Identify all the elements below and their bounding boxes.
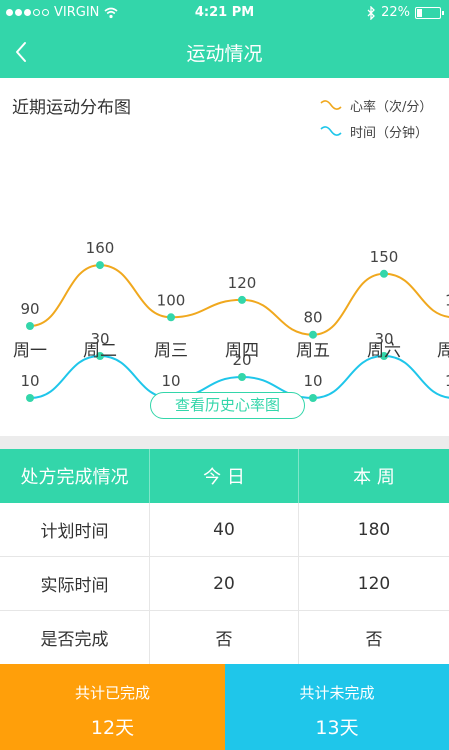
table-cell: 120 — [357, 573, 391, 594]
chart-section: 901601001208015011030102010301周一周二周三周四周五… — [0, 78, 449, 436]
legend-item-heart-rate: 心率（次/分） — [320, 92, 432, 118]
view-history-button[interactable]: 查看历史心率图 — [150, 392, 305, 419]
table-header-row: 处方完成情况 今 日 本 周 — [0, 449, 449, 503]
legend-label-heart-rate: 心率（次/分） — [350, 99, 433, 115]
summary-footer: 共计已完成 12天 共计未完成 13天 — [0, 664, 449, 750]
completed-days-card[interactable]: 共计已完成 12天 — [0, 664, 225, 750]
x-tick-label: 周二 — [83, 341, 117, 361]
data-label: 1 — [445, 372, 449, 390]
data-point — [26, 394, 34, 402]
x-tick-label: 周四 — [225, 341, 259, 361]
data-label: 120 — [228, 274, 257, 292]
table-row: 实际时间 20 120 — [0, 557, 449, 611]
table-header-cell: 今 日 — [150, 449, 299, 503]
data-label: 80 — [303, 309, 322, 327]
legend-item-duration: 时间（分钟） — [320, 118, 432, 144]
data-point — [96, 261, 104, 270]
data-label: 10 — [303, 372, 322, 390]
x-tick-label: 周三 — [154, 341, 188, 361]
data-point — [26, 322, 34, 330]
status-bar: VIRGIN 4:21 PM 22% — [0, 0, 449, 26]
battery-icon — [415, 6, 444, 19]
data-point — [167, 313, 175, 322]
chart-legend: 心率（次/分） 时间（分钟） — [320, 92, 432, 144]
bluetooth-icon — [367, 5, 376, 20]
table-cell: 40 — [150, 503, 299, 556]
table-row: 是否完成 否 否 — [0, 611, 449, 665]
table-cell: 是否完成 — [0, 611, 150, 664]
data-point — [380, 269, 388, 278]
wave-icon-duration — [320, 126, 342, 136]
completed-label: 共计已完成 — [74, 684, 150, 702]
legend-label-duration: 时间（分钟） — [350, 125, 429, 141]
completed-value: 12天 — [90, 717, 135, 739]
data-label: 1 — [445, 291, 449, 309]
table-header-cell: 处方完成情况 — [0, 449, 150, 503]
incomplete-label: 共计未完成 — [299, 684, 375, 702]
incomplete-days-card[interactable]: 共计未完成 13天 — [225, 664, 449, 750]
table-row: 计划时间 40 180 — [0, 503, 449, 557]
x-tick-label: 周一 — [13, 341, 47, 361]
wave-icon-heart — [320, 100, 342, 110]
incomplete-value: 13天 — [315, 717, 359, 739]
data-label: 150 — [370, 248, 399, 266]
battery-percent: 22% — [381, 5, 410, 20]
nav-bar: 运动情况 — [0, 26, 449, 78]
section-divider — [0, 436, 449, 449]
battery-fill — [417, 8, 422, 17]
table-cell: 20 — [150, 557, 299, 610]
data-point — [309, 394, 317, 402]
data-label: 100 — [157, 291, 186, 309]
chart-title: 近期运动分布图 — [12, 98, 131, 118]
data-label: 90 — [20, 300, 39, 318]
data-label: 10 — [20, 372, 39, 390]
data-point — [238, 373, 246, 381]
data-label: 10 — [161, 372, 180, 390]
data-point — [238, 295, 246, 304]
table-header-cell: 本 周 — [353, 467, 395, 488]
x-tick-label: 周六 — [367, 341, 401, 361]
table-cell: 否 — [365, 630, 383, 650]
data-label: 160 — [86, 239, 115, 257]
table-cell: 实际时间 — [0, 557, 150, 610]
table-cell: 180 — [357, 519, 391, 540]
table-cell: 否 — [150, 611, 299, 664]
x-tick-label: 周五 — [296, 341, 330, 361]
table-cell: 计划时间 — [0, 503, 150, 556]
data-point — [309, 330, 317, 339]
prescription-table: 处方完成情况 今 日 本 周 计划时间 40 180 实际时间 20 120 是… — [0, 449, 449, 665]
status-right: 22% — [366, 5, 444, 20]
x-tick-label: 周 — [437, 341, 449, 361]
page-title: 运动情况 — [186, 43, 263, 65]
